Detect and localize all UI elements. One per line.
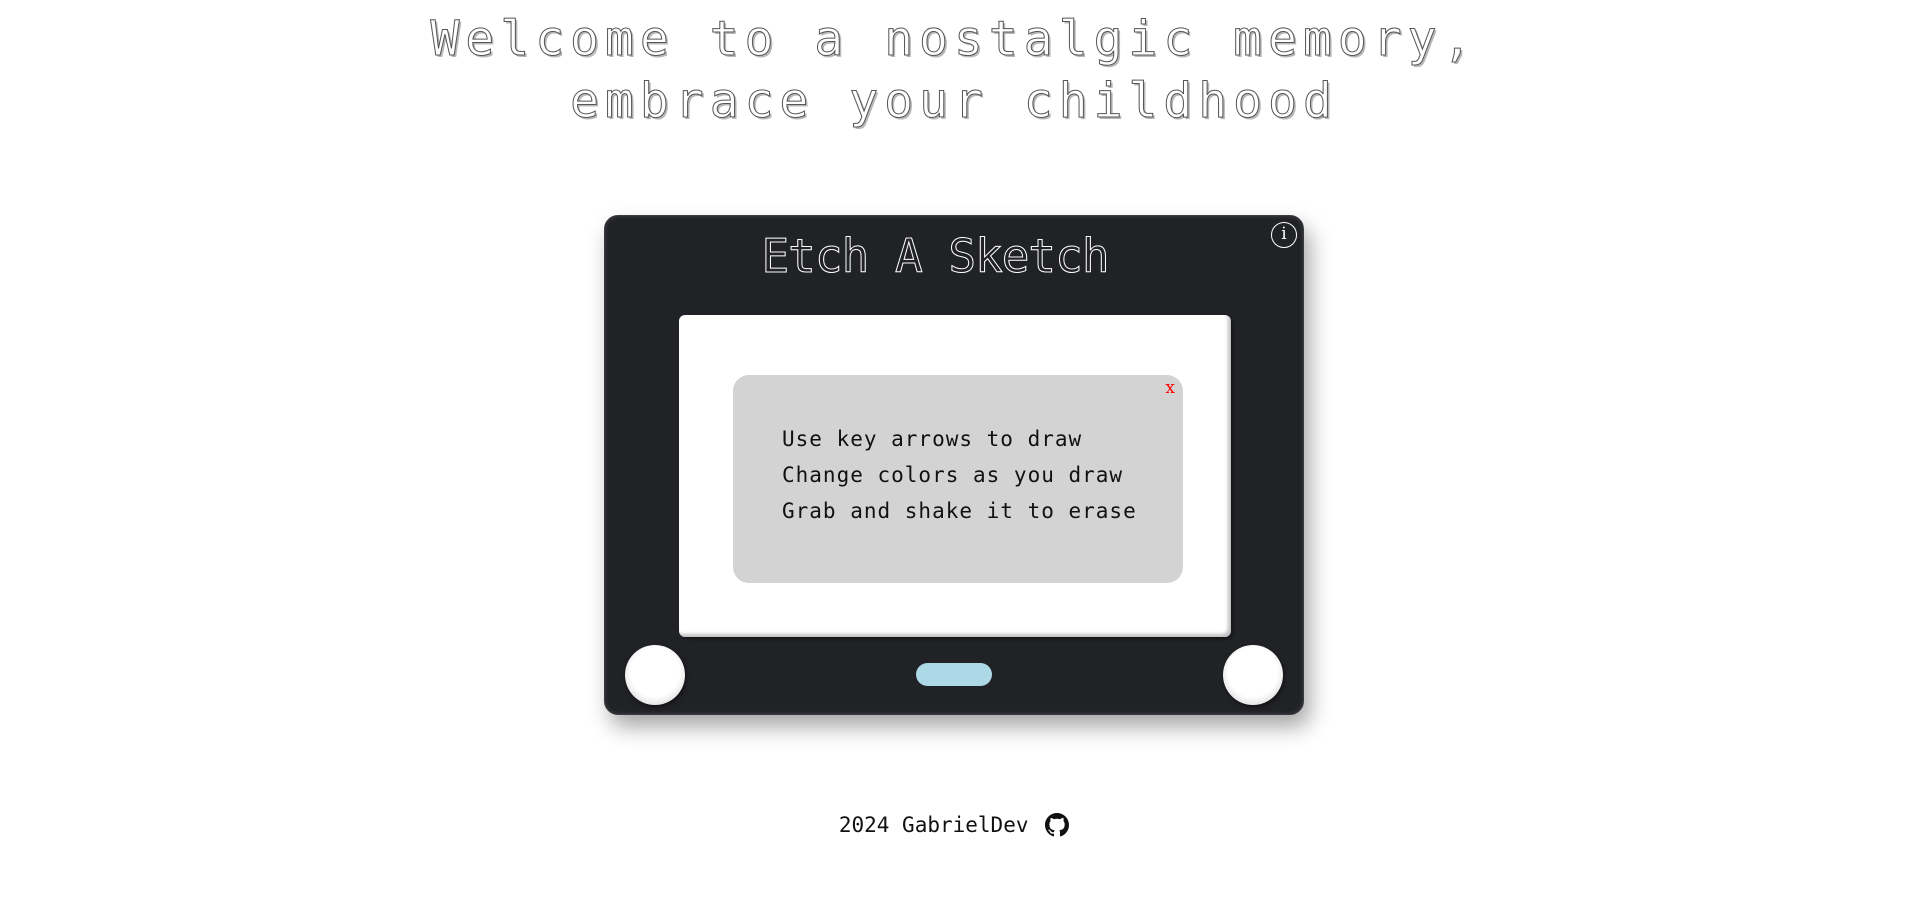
info-icon[interactable]: i (1271, 222, 1297, 248)
instruction-line: Use key arrows to draw (782, 427, 1083, 451)
footer-credit: 2024 GabrielDev (838, 813, 1029, 837)
device-title: Etch A Sketch (761, 229, 1110, 284)
welcome-heading: Welcome to a nostalgic memory, embrace y… (0, 8, 1908, 132)
instruction-line: Grab and shake it to erase (782, 499, 1137, 523)
welcome-heading-line-2: embrace your childhood (570, 73, 1338, 130)
color-change-button[interactable] (916, 663, 992, 686)
instruction-line: Change colors as you draw (782, 463, 1124, 487)
close-icon[interactable]: x (1165, 378, 1175, 398)
drawing-screen[interactable]: x Use key arrows to draw Change colors a… (679, 315, 1231, 637)
instructions-popup: x Use key arrows to draw Change colors a… (733, 375, 1183, 583)
footer: 2024 GabrielDev (0, 812, 1908, 837)
right-knob[interactable] (1223, 645, 1283, 705)
etch-a-sketch-device[interactable]: Etch A Sketch i x Use key arrows to draw… (604, 215, 1304, 715)
welcome-heading-line-1: Welcome to a nostalgic memory, (430, 11, 1478, 68)
github-icon[interactable] (1045, 813, 1070, 837)
left-knob[interactable] (625, 645, 685, 705)
